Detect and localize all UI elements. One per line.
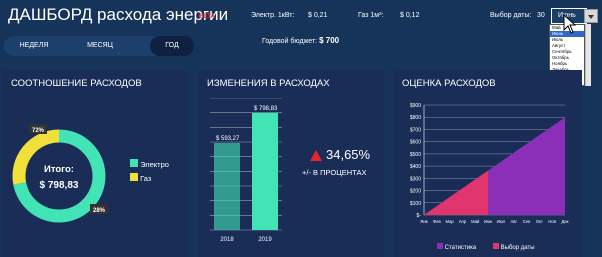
- y-tick-label: $100: [410, 201, 421, 207]
- bar-value-label: $ 798,83: [254, 106, 278, 112]
- x-tick-label: Апр: [459, 219, 467, 224]
- mouse-cursor-icon: [563, 14, 577, 34]
- donut-total-label: Итого:: [44, 164, 74, 175]
- pct-elec-label: 72%: [32, 128, 45, 134]
- panel-expense-ratio: СООТНОШЕНИЕ РАСХОДОВ Итого: $ 798,83 72%…: [2, 70, 188, 257]
- x-tick-label: Июл: [497, 219, 506, 224]
- x-tick-label: Авг: [510, 219, 517, 224]
- legend-swatch: [130, 173, 138, 181]
- chevron-down-icon: [588, 15, 594, 19]
- legend-swatch: [493, 243, 499, 249]
- panel-title: СООТНОШЕНИЕ РАСХОДОВ: [11, 78, 142, 89]
- legend-swatch: [437, 243, 443, 249]
- date-label: Выбор даты:: [490, 12, 532, 19]
- x-tick-label: Фев: [433, 219, 442, 224]
- x-tick-label: Янв: [420, 219, 428, 224]
- bar-2019: [252, 112, 278, 230]
- x-tick-label: Мар: [446, 219, 455, 224]
- tab-month[interactable]: МЕСЯЦ: [72, 36, 128, 56]
- elec-price-label: Электр. 1кВт:: [251, 12, 295, 19]
- x-tick-label: Дек: [562, 219, 569, 224]
- pct-gas-label: 28%: [93, 208, 106, 214]
- donut-chart: Итого: $ 798,83 72% 28%: [12, 124, 108, 223]
- beta-badge: BETA: [199, 14, 215, 20]
- x-tick-label: Ноя: [548, 219, 556, 224]
- y-tick-label: $300: [410, 176, 421, 182]
- page-title: ДАШБОРД расхода энергии: [8, 5, 229, 24]
- y-tick-label: $400: [410, 164, 421, 170]
- area-chart: $-$100$200$300$400$500$600$700$800$900Ян…: [410, 103, 569, 224]
- x-tick-label: Июн: [484, 219, 493, 224]
- legend-label: Выбор даты: [500, 245, 535, 251]
- bar-chart: $ 593,27 2018 $ 798,83 2019: [210, 98, 282, 243]
- y-tick-label: $700: [410, 127, 421, 133]
- donut-total-value: $ 798,83: [40, 180, 79, 191]
- y-tick-label: $800: [410, 115, 421, 121]
- elec-price-value: $ 0,21: [308, 12, 328, 19]
- x-tick-label: Сен: [523, 219, 531, 224]
- annual-budget: Годовой бюджет: $ 700: [262, 36, 339, 45]
- change-value: 34,65%: [326, 147, 371, 162]
- legend-sel: Выбор даты: [493, 243, 535, 251]
- budget-label: Годовой бюджет:: [262, 38, 318, 45]
- panel-title: ИЗМЕНЕНИЯ В РАСХОДАХ: [207, 78, 330, 89]
- bar-value-label: $ 593,27: [216, 136, 240, 142]
- legend-label: Статистика: [444, 245, 477, 251]
- gas-price-value: $ 0,12: [400, 12, 420, 19]
- y-tick-label: $900: [410, 103, 421, 109]
- triangle-up-icon: [310, 150, 322, 161]
- dropdown-button[interactable]: [584, 9, 598, 23]
- legend-elec: Электро: [130, 159, 169, 169]
- legend-gas: Газ: [130, 173, 151, 183]
- gas-price-label: Газ 1м³:: [358, 12, 384, 19]
- bar-category-label: 2019: [258, 237, 272, 243]
- legend-swatch: [130, 159, 138, 167]
- series-area-selected: [424, 170, 489, 215]
- panel-expense-estimate: ОЦЕНКА РАСХОДОВ $- $100 $200 $300 $400 $500 $6…: [393, 70, 582, 257]
- change-label: +/- В ПРОЦЕНТАХ: [302, 168, 367, 177]
- legend-stat: Статистика: [437, 243, 476, 251]
- bar-category-label: 2018: [220, 237, 234, 243]
- legend-label: Газ: [140, 174, 152, 183]
- tab-year[interactable]: ГОД: [150, 36, 194, 56]
- panel-title: ОЦЕНКА РАСХОДОВ: [402, 78, 496, 89]
- x-tick-label: Окт: [536, 219, 543, 224]
- bar-2018: [214, 142, 240, 230]
- donut-slice-gas: [12, 129, 60, 185]
- date-day[interactable]: 30: [537, 12, 545, 19]
- y-tick-label: $500: [410, 152, 421, 158]
- dropdown-scrollbar[interactable]: [585, 24, 591, 86]
- tab-week[interactable]: НЕДЕЛЯ: [6, 36, 62, 56]
- y-tick-label: $200: [410, 189, 421, 195]
- legend-label: Электро: [140, 160, 169, 169]
- x-tick-label: Май: [471, 219, 480, 224]
- panel-expense-changes: ИЗМЕНЕНИЯ В РАСХОДАХ $ 593,27 2018 $ 798,8…: [198, 70, 384, 257]
- budget-value: $ 700: [319, 36, 340, 45]
- y-tick-label: $600: [410, 140, 421, 146]
